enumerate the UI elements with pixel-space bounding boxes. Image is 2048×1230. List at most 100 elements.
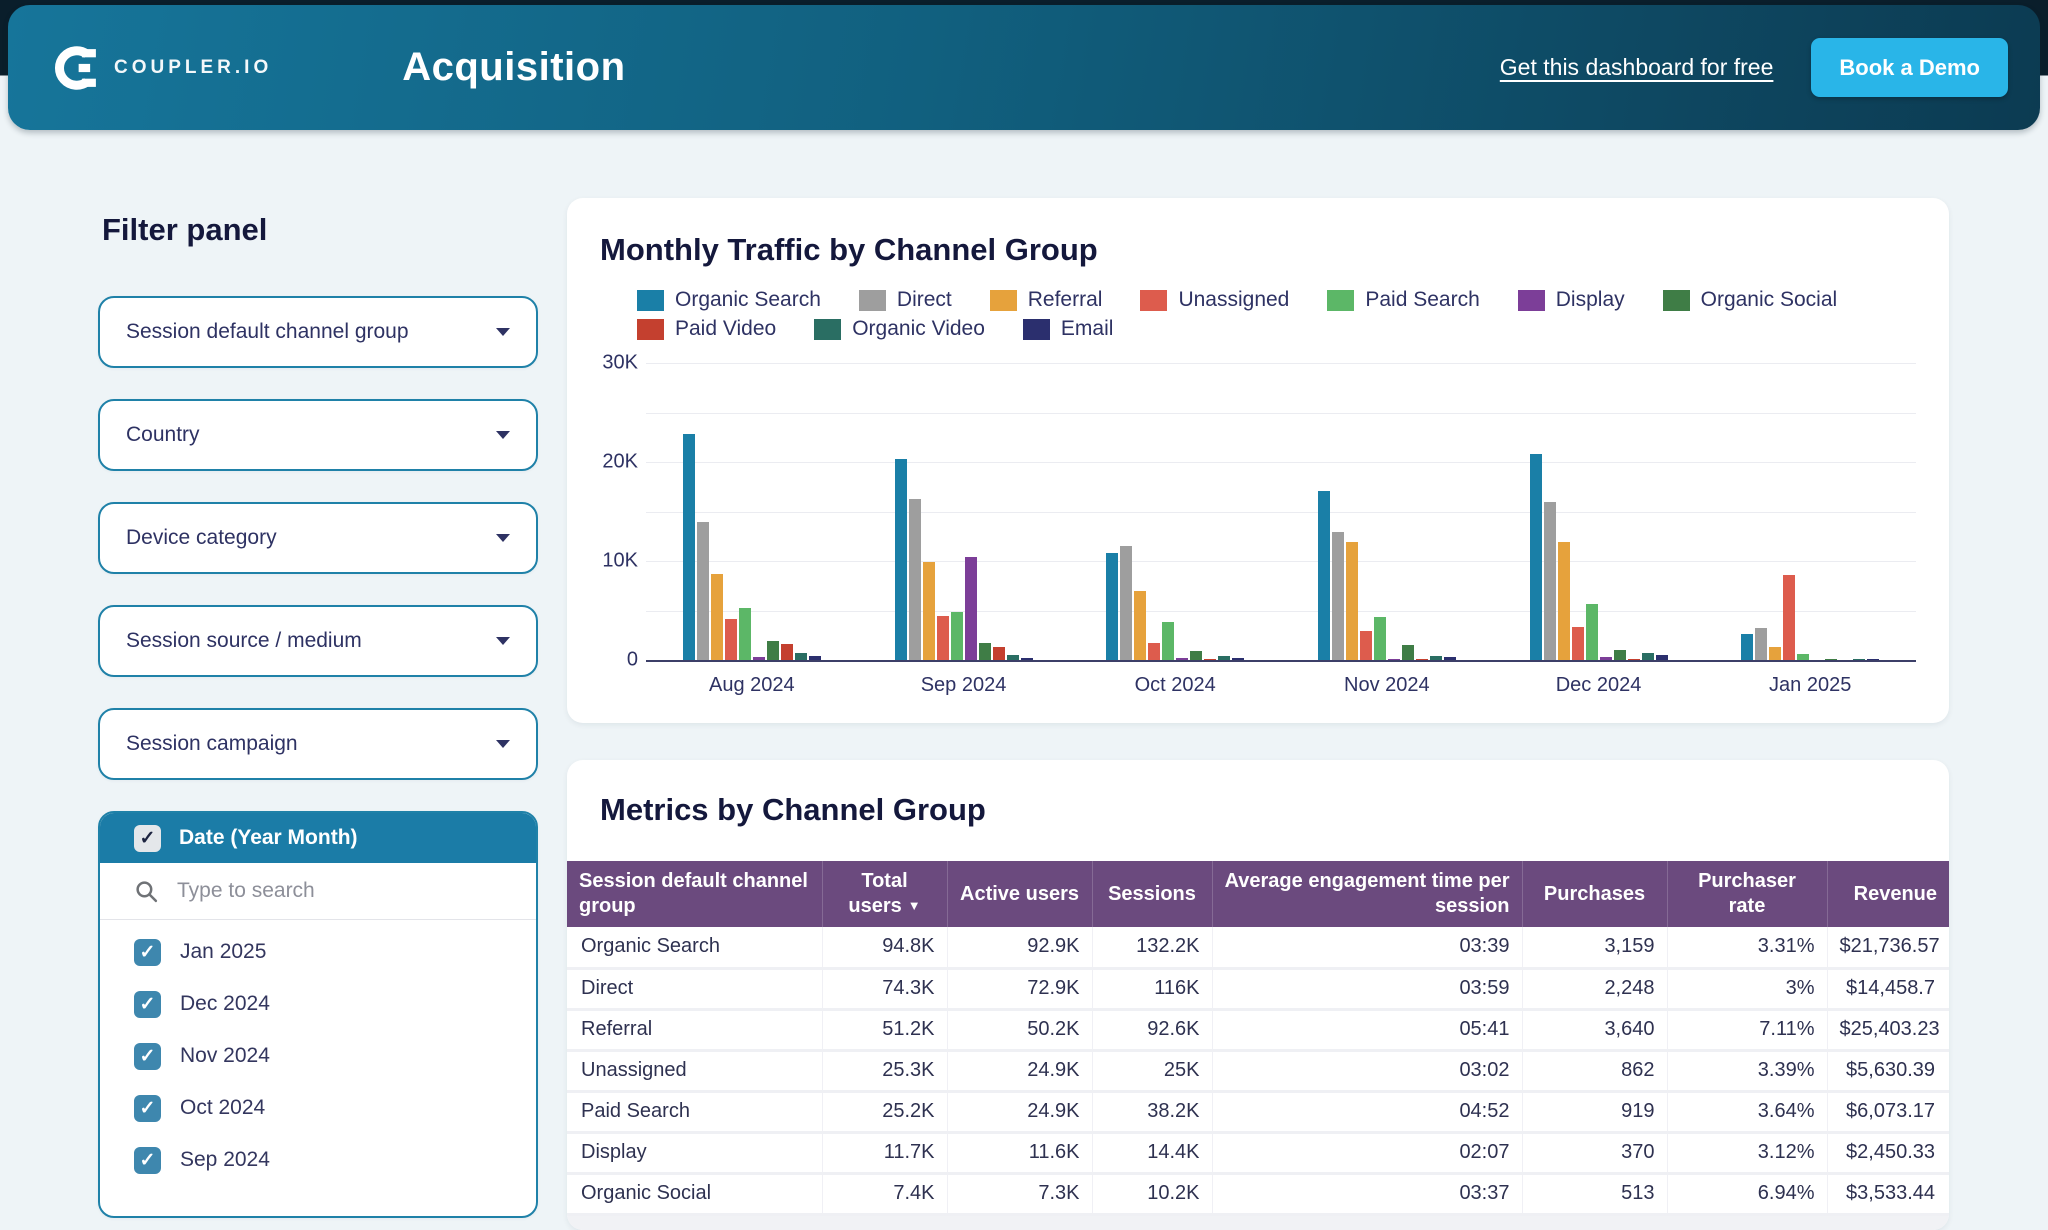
chevron-down-icon	[496, 534, 510, 542]
column-header-purchases[interactable]: Purchases	[1522, 861, 1667, 927]
table-row-organic-search: Organic Search94.8K92.9K132.2K03:393,159…	[567, 927, 1949, 968]
legend-item-referral[interactable]: Referral	[990, 288, 1103, 312]
bar-direct	[1332, 532, 1344, 660]
bar-group-aug-2024	[646, 363, 858, 660]
coupler-logo[interactable]: COUPLER.IO	[54, 45, 272, 91]
value-cell: $25,403.23	[1827, 1009, 1949, 1050]
value-cell: $6,073.17	[1827, 1091, 1949, 1132]
date-option-nov-2024[interactable]: ✓ Nov 2024	[100, 1030, 536, 1082]
chevron-down-icon	[496, 740, 510, 748]
column-header-revenue[interactable]: Revenue	[1827, 861, 1949, 927]
legend-item-paid-video[interactable]: Paid Video	[637, 317, 776, 341]
dropdown-label: Country	[126, 423, 200, 447]
filter-dropdown-country[interactable]: Country	[98, 399, 538, 471]
bar-unassigned	[1148, 643, 1160, 660]
x-tick-label: Nov 2024	[1281, 674, 1493, 697]
table-row-unassigned: Unassigned25.3K24.9K25K03:028623.39%$5,6…	[567, 1050, 1949, 1091]
date-filter-header[interactable]: ✓ Date (Year Month)	[100, 813, 536, 863]
value-cell: 116K	[1092, 968, 1212, 1009]
column-header-active-users[interactable]: Active users	[947, 861, 1092, 927]
legend-item-email[interactable]: Email	[1023, 317, 1114, 341]
legend-item-direct[interactable]: Direct	[859, 288, 952, 312]
date-option-label: Oct 2024	[180, 1096, 265, 1120]
dropdown-label: Session source / medium	[126, 629, 362, 653]
bar-referral	[711, 574, 723, 660]
column-header-label: Purchases	[1544, 883, 1645, 905]
channel-cell: Paid Search	[567, 1091, 822, 1132]
header-band: COUPLER.IO Acquisition Get this dashboar…	[8, 5, 2040, 130]
legend-item-display[interactable]: Display	[1518, 288, 1625, 312]
bar-organic-search	[895, 459, 907, 660]
value-cell: $21,736.57	[1827, 927, 1949, 968]
checkbox-icon[interactable]: ✓	[134, 939, 161, 966]
bar-unassigned	[725, 619, 737, 660]
checkbox-icon[interactable]: ✓	[134, 1147, 161, 1174]
x-tick-label: Dec 2024	[1493, 674, 1705, 697]
date-option-dec-2024[interactable]: ✓ Dec 2024	[100, 978, 536, 1030]
bar-group-dec-2024	[1493, 363, 1705, 660]
checkbox-icon[interactable]: ✓	[134, 1043, 161, 1070]
x-tick-label: Sep 2024	[858, 674, 1070, 697]
bar-display	[1176, 658, 1188, 660]
date-option-label: Dec 2024	[180, 992, 270, 1016]
date-option-sep-2024[interactable]: ✓Sep 2024	[100, 1134, 536, 1186]
legend-item-organic-video[interactable]: Organic Video	[814, 317, 985, 341]
value-cell: 50.2K	[947, 1009, 1092, 1050]
value-cell: 74.3K	[822, 968, 947, 1009]
bar-paid-search	[1797, 654, 1809, 660]
value-cell: 51.2K	[822, 1009, 947, 1050]
filter-dropdown-device-category[interactable]: Device category	[98, 502, 538, 574]
bar-unassigned	[937, 616, 949, 660]
value-cell: 370	[1522, 1132, 1667, 1173]
column-header-label: Session default channel group	[579, 870, 808, 917]
chart-title: Monthly Traffic by Channel Group	[600, 232, 1916, 268]
date-option-oct-2024[interactable]: ✓ Oct 2024	[100, 1082, 536, 1134]
bar-paid-video	[1416, 659, 1428, 660]
filter-dropdown-session-campaign[interactable]: Session campaign	[98, 708, 538, 780]
column-header-sessions[interactable]: Sessions	[1092, 861, 1212, 927]
value-cell: 03:37	[1212, 1173, 1522, 1214]
column-header-average-engagement-time-per-session[interactable]: Average engagement time per session	[1212, 861, 1522, 927]
legend-item-paid-search[interactable]: Paid Search	[1327, 288, 1479, 312]
value-cell: 7.11%	[1667, 1009, 1827, 1050]
date-option-jan-2025[interactable]: ✓Jan 2025	[100, 926, 536, 978]
value-cell: 25.2K	[822, 1091, 947, 1132]
bar-organic-video	[1007, 655, 1019, 660]
value-cell: 04:52	[1212, 1091, 1522, 1132]
column-header-session-default-channel-group[interactable]: Session default channel group	[567, 861, 822, 927]
legend-label: Email	[1061, 317, 1114, 341]
value-cell: 3.31%	[1667, 927, 1827, 968]
legend-item-organic-search[interactable]: Organic Search	[637, 288, 821, 312]
bar-direct	[1120, 546, 1132, 660]
legend-swatch	[1140, 290, 1167, 311]
bar-direct	[697, 522, 709, 660]
filter-dropdown-session-source-medium[interactable]: Session source / medium	[98, 605, 538, 677]
get-dashboard-link[interactable]: Get this dashboard for free	[1500, 54, 1774, 81]
value-cell: 919	[1522, 1091, 1667, 1132]
y-tick-label: 20K	[602, 451, 638, 474]
value-cell: 24.9K	[947, 1091, 1092, 1132]
value-cell: $3,533.44	[1827, 1173, 1949, 1214]
legend-swatch	[1518, 290, 1545, 311]
date-option-label: Nov 2024	[180, 1044, 270, 1068]
book-demo-button[interactable]: Book a Demo	[1811, 38, 2008, 97]
filter-dropdown-session-default-channel-group[interactable]: Session default channel group	[98, 296, 538, 368]
value-cell: 862	[1522, 1050, 1667, 1091]
channel-cell: Direct	[567, 968, 822, 1009]
chevron-down-icon	[496, 637, 510, 645]
legend-label: Direct	[897, 288, 952, 312]
bar-organic-search	[683, 434, 695, 660]
legend-swatch	[1327, 290, 1354, 311]
bar-group-oct-2024	[1069, 363, 1281, 660]
bar-organic-social	[1825, 659, 1837, 660]
column-header-purchaser-rate[interactable]: Purchaser rate	[1667, 861, 1827, 927]
y-tick-label: 30K	[602, 352, 638, 375]
legend-item-unassigned[interactable]: Unassigned	[1140, 288, 1289, 312]
column-header-total-users[interactable]: Total users▼	[822, 861, 947, 927]
date-search-input[interactable]	[175, 878, 479, 904]
bar-referral	[1769, 647, 1781, 660]
checkbox-icon[interactable]: ✓	[134, 991, 161, 1018]
date-filter-checkbox[interactable]: ✓	[134, 825, 161, 852]
checkbox-icon[interactable]: ✓	[134, 1095, 161, 1122]
legend-item-organic-social[interactable]: Organic Social	[1663, 288, 1838, 312]
